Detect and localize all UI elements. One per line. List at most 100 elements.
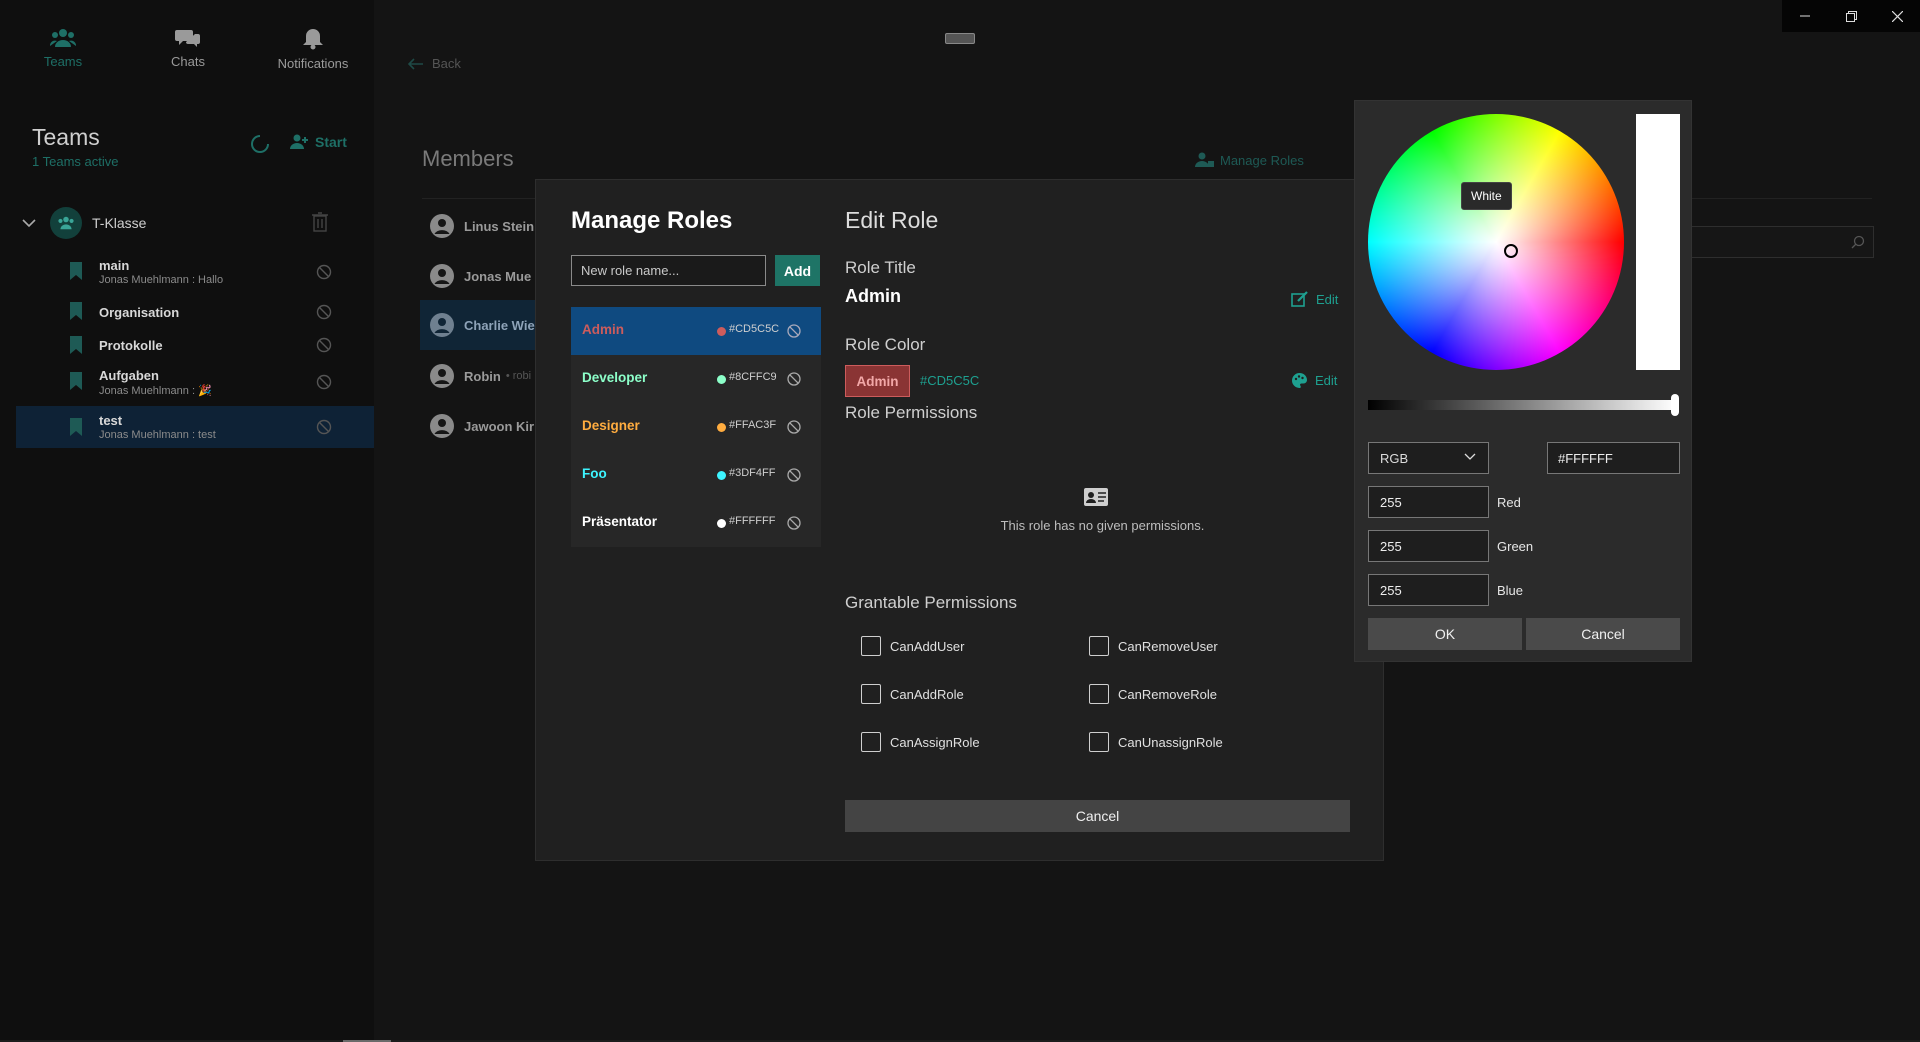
role-item-foo[interactable]: Foo #3DF4FF <box>571 451 821 499</box>
blue-label: Blue <box>1497 583 1524 598</box>
member-item[interactable]: Robin • robi <box>420 354 540 398</box>
checkbox[interactable] <box>1089 732 1109 752</box>
green-label: Green <box>1497 539 1534 554</box>
nav-tab-chats[interactable]: Chats <box>133 28 243 69</box>
permission-checkbox-canremoverole[interactable]: CanRemoveRole <box>1089 684 1217 704</box>
checkbox[interactable] <box>861 732 881 752</box>
team-row-t-klasse[interactable]: T-Klasse <box>22 207 342 239</box>
member-item[interactable]: Linus Stein <box>420 204 540 248</box>
add-role-button[interactable]: Add <box>775 255 820 286</box>
channel-item-organisation[interactable]: Organisation <box>16 292 374 330</box>
permission-checkbox-canassignrole[interactable]: CanAssignRole <box>861 732 980 752</box>
nav-tab-label: Chats <box>171 54 205 69</box>
palette-icon <box>1292 373 1307 388</box>
role-color-badge: Admin <box>845 365 910 397</box>
role-color-dot <box>717 375 726 384</box>
bookmark-icon <box>70 302 82 320</box>
team-name: T-Klasse <box>92 215 147 231</box>
checkbox[interactable] <box>861 636 881 656</box>
role-color-dot <box>717 471 726 480</box>
color-wheel[interactable] <box>1368 114 1624 370</box>
nav-tab-teams[interactable]: Teams <box>8 28 118 69</box>
brightness-slider[interactable] <box>1368 400 1676 410</box>
refresh-icon[interactable] <box>250 134 270 154</box>
channel-item-test[interactable]: test Jonas Muehlmann : test <box>16 406 374 448</box>
start-team-button[interactable]: Start <box>289 134 347 150</box>
channel-item-protokolle[interactable]: Protokolle <box>16 328 374 362</box>
cancel-button[interactable]: Cancel <box>845 800 1350 832</box>
role-item-designer[interactable]: Designer #FFAC3F <box>571 403 821 451</box>
restore-button[interactable] <box>1828 0 1874 32</box>
new-role-name-input[interactable] <box>571 255 766 286</box>
block-icon[interactable] <box>316 304 332 320</box>
brightness-slider-thumb[interactable] <box>1671 394 1679 416</box>
member-name: Jonas Mue <box>464 268 532 284</box>
trash-icon[interactable] <box>312 212 328 232</box>
block-icon[interactable] <box>316 337 332 353</box>
block-icon[interactable] <box>786 515 802 531</box>
role-name: Admin <box>582 322 624 337</box>
edit-role-color-button[interactable]: Edit <box>1291 372 1337 389</box>
grantable-permissions-label: Grantable Permissions <box>845 593 1017 612</box>
role-name: Designer <box>582 418 640 433</box>
members-title: Members <box>422 146 514 171</box>
member-item[interactable]: Jonas Mue <box>420 254 540 298</box>
green-channel-input[interactable]: 255 <box>1368 530 1489 562</box>
block-icon[interactable] <box>786 371 802 387</box>
permission-checkbox-canaddrole[interactable]: CanAddRole <box>861 684 964 704</box>
role-color-dot <box>717 519 726 528</box>
sidebar: Teams Chats Notifications Teams 1 Teams … <box>0 0 374 1042</box>
permission-label: CanAddRole <box>890 686 964 702</box>
role-title-value: Admin <box>845 286 901 306</box>
red-label: Red <box>1497 495 1521 510</box>
nav-tab-label: Teams <box>43 54 83 69</box>
back-button[interactable]: Back <box>408 56 461 71</box>
block-icon[interactable] <box>786 419 802 435</box>
block-icon[interactable] <box>316 374 332 390</box>
member-item[interactable]: Charlie Wie <box>420 300 540 350</box>
role-item-prasentator[interactable]: Präsentator #FFFFFF <box>571 499 821 547</box>
block-icon[interactable] <box>786 467 802 483</box>
checkbox[interactable] <box>1089 684 1109 704</box>
hex-color-input[interactable]: #FFFFFF <box>1547 442 1680 474</box>
member-item[interactable]: Jawoon Kir <box>420 404 540 448</box>
red-channel-input[interactable]: 255 <box>1368 486 1489 518</box>
permission-checkbox-canunassignrole[interactable]: CanUnassignRole <box>1089 732 1223 752</box>
avatar-icon <box>430 264 454 288</box>
chevron-down-icon[interactable] <box>22 218 36 228</box>
block-icon[interactable] <box>316 419 332 435</box>
minimize-button[interactable] <box>1782 0 1828 32</box>
edit-role-title-button[interactable]: Edit <box>1291 291 1338 307</box>
permission-label: CanRemoveRole <box>1118 686 1217 702</box>
channel-item-main[interactable]: main Jonas Muehlmann : Hallo <box>16 252 374 292</box>
role-hex: #FFAC3F <box>729 419 777 431</box>
permission-checkbox-canadduser[interactable]: CanAddUser <box>861 636 964 656</box>
nav-tab-notifications[interactable]: Notifications <box>258 28 368 71</box>
block-icon[interactable] <box>316 264 332 280</box>
checkbox[interactable] <box>861 684 881 704</box>
drag-handle[interactable] <box>945 33 975 44</box>
role-item-developer[interactable]: Developer #8CFFC9 <box>571 355 821 403</box>
color-mode-select[interactable]: RGB <box>1368 442 1489 474</box>
chat-bubbles-icon <box>175 30 200 47</box>
blue-channel-input[interactable]: 255 <box>1368 574 1489 606</box>
user-roles-icon <box>1195 152 1214 167</box>
color-wheel-marker[interactable] <box>1504 244 1518 258</box>
close-window-button[interactable] <box>1874 0 1920 32</box>
people-icon <box>58 216 74 230</box>
manage-roles-link[interactable]: Manage Roles <box>1194 152 1304 168</box>
role-item-admin[interactable]: Admin #CD5C5C <box>571 307 821 355</box>
ok-button[interactable]: OK <box>1368 618 1522 650</box>
block-icon[interactable] <box>786 323 802 339</box>
edit-role-title: Edit Role <box>845 207 939 233</box>
member-search-input[interactable] <box>1690 226 1874 258</box>
permission-checkbox-canremoveuser[interactable]: CanRemoveUser <box>1089 636 1218 656</box>
permission-label: CanAssignRole <box>890 734 980 750</box>
role-hex: #3DF4FF <box>729 467 776 479</box>
channel-item-aufgaben[interactable]: Aufgaben Jonas Muehlmann : 🎉 <box>16 362 374 402</box>
picker-cancel-button[interactable]: Cancel <box>1526 618 1680 650</box>
permission-label: CanAddUser <box>890 638 965 654</box>
checkbox[interactable] <box>1089 636 1109 656</box>
role-color-label: Role Color <box>845 335 926 354</box>
manage-roles-dialog: Manage Roles Add Admin #CD5C5C Developer… <box>535 179 1384 861</box>
